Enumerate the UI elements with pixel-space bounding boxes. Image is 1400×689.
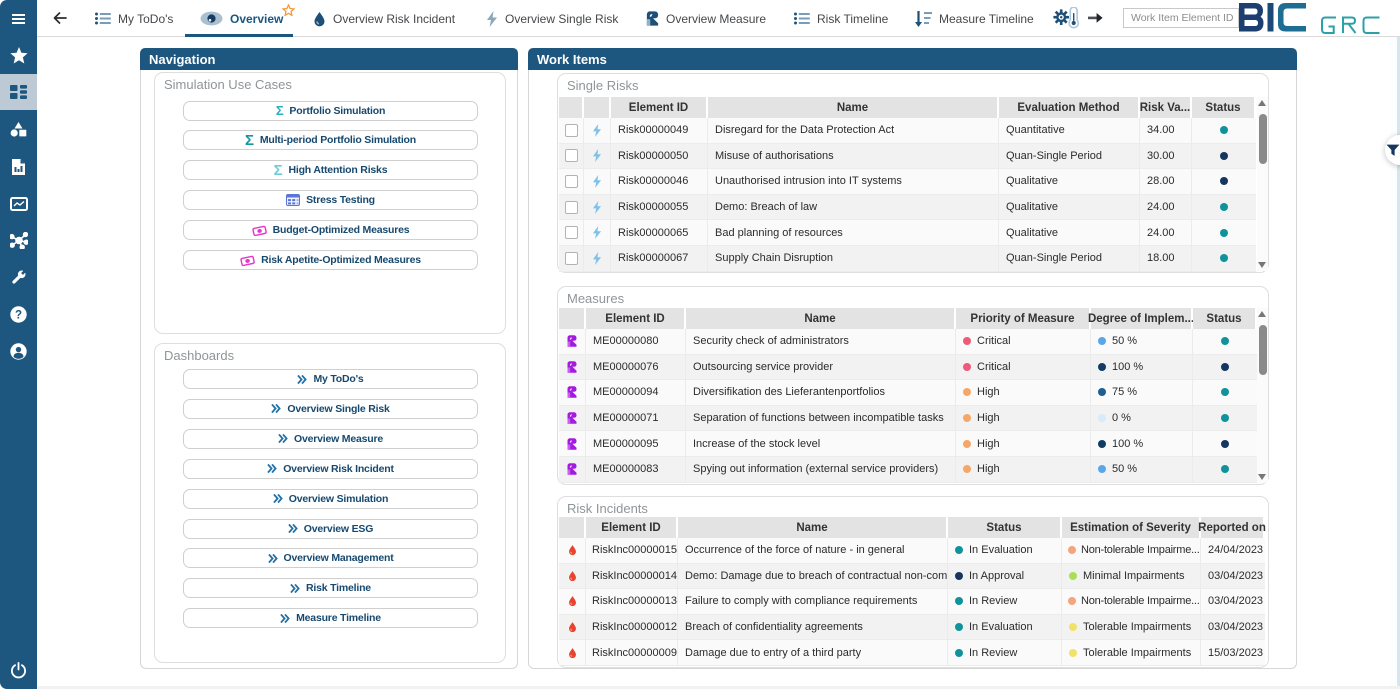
svg-text:?: ? xyxy=(15,310,22,322)
